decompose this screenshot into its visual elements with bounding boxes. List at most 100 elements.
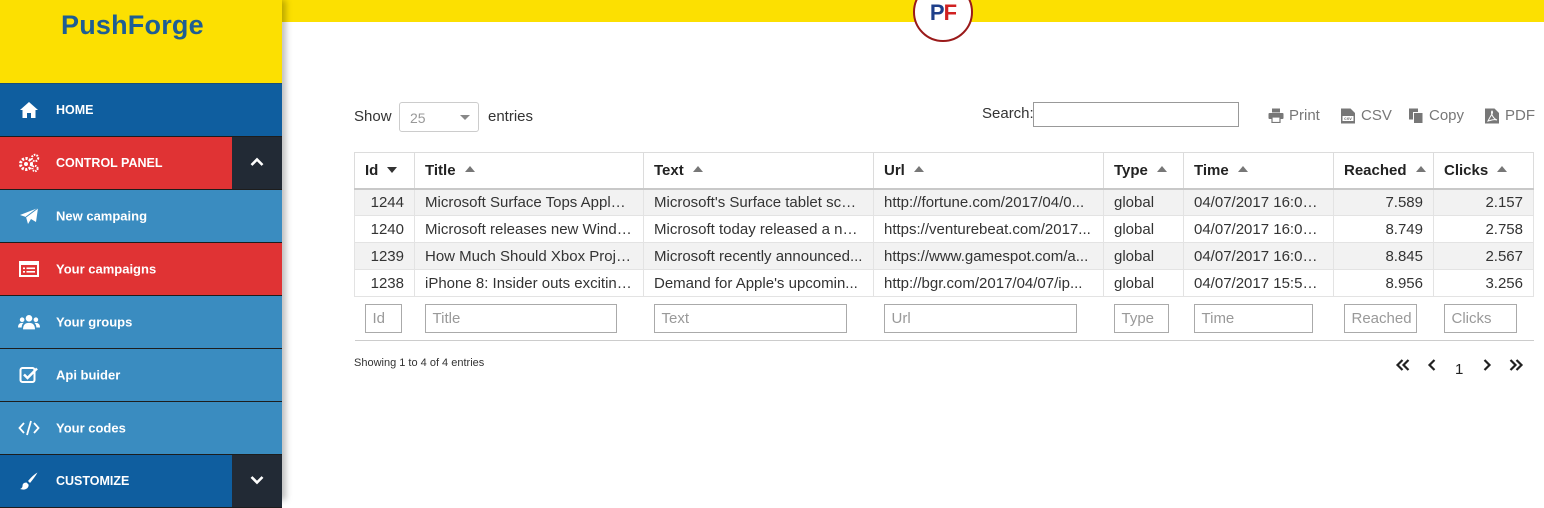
svg-text:csv: csv: [1344, 116, 1352, 121]
cell-reached: 8.956: [1333, 269, 1434, 297]
column-header-title[interactable]: Title: [414, 152, 644, 190]
filter-input-url[interactable]: Url: [883, 304, 1077, 333]
next-page-button[interactable]: [1482, 358, 1492, 377]
print-button[interactable]: Print: [1268, 107, 1320, 124]
cell-clicks: 2.758: [1433, 215, 1534, 243]
filter-cell: Url: [873, 296, 1104, 341]
column-header-label: Text: [654, 161, 684, 179]
sidebar-item-label: CUSTOMIZE: [56, 474, 130, 488]
sidebar-item-label: Your campaigns: [56, 261, 157, 277]
cell-clicks: 2.157: [1433, 188, 1534, 216]
sidebar-item-home[interactable]: HOME: [0, 84, 282, 137]
sidebar-item-customize[interactable]: CUSTOMIZE: [0, 455, 282, 508]
sidebar-item-label: Api buider: [56, 367, 121, 383]
gears-icon: [18, 152, 40, 174]
pushforge-logo[interactable]: PF: [913, 0, 973, 42]
sort-asc-icon: [1237, 165, 1248, 172]
filter-input-reached[interactable]: Reached: [1343, 304, 1417, 333]
sidebar-item-api-builder[interactable]: Api buider: [0, 349, 282, 402]
copy-icon: [1408, 108, 1424, 124]
cell-id: 1244: [354, 188, 415, 216]
filter-input-id[interactable]: Id: [364, 304, 402, 333]
cell-time: 04/07/2017 16:02:...: [1183, 215, 1334, 243]
users-icon: [18, 311, 40, 333]
cell-title: iPhone 8: Insider outs exciting...: [414, 269, 644, 297]
cell-text: Demand for Apple's upcomin...: [643, 269, 874, 297]
cell-id: 1238: [354, 269, 415, 297]
code-icon: [18, 417, 40, 439]
column-header-time[interactable]: Time: [1183, 152, 1334, 190]
cell-type: global: [1103, 242, 1184, 270]
cell-url: http://bgr.com/2017/04/07/ip...: [873, 269, 1104, 297]
brush-icon: [18, 470, 40, 492]
cell-title: How Much Should Xbox Proje...: [414, 242, 644, 270]
cell-type: global: [1103, 188, 1184, 216]
cell-text: Microsoft today released a ne...: [643, 215, 874, 243]
table-info: Showing 1 to 4 of 4 entries: [354, 357, 485, 369]
checkbox-icon: [18, 364, 40, 386]
filter-input-type[interactable]: Type: [1113, 304, 1169, 333]
filter-input-title[interactable]: Title: [424, 304, 617, 333]
expand-toggle[interactable]: [232, 455, 282, 507]
logo-letter-p: P: [929, 0, 945, 25]
table-row[interactable]: 1244 Microsoft Surface Tops Apple ... Mi…: [354, 188, 1534, 216]
filter-input-time[interactable]: Time: [1193, 304, 1313, 333]
sidebar-item-label: Your groups: [56, 314, 133, 330]
column-header-reached[interactable]: Reached: [1333, 152, 1434, 190]
chevron-up-icon: [250, 156, 264, 170]
csv-button[interactable]: csv CSV: [1340, 107, 1392, 124]
column-header-label: Type: [1114, 161, 1148, 179]
pdf-button[interactable]: PDF: [1484, 107, 1535, 124]
collapse-toggle[interactable]: [232, 137, 282, 189]
brand-name: PushForge: [61, 10, 204, 40]
table-row[interactable]: 1240 Microsoft releases new Windo... Mic…: [354, 215, 1534, 243]
column-header-id[interactable]: Id: [354, 152, 415, 190]
entries-length-select[interactable]: 25: [399, 102, 479, 132]
column-header-url[interactable]: Url: [873, 152, 1104, 190]
cell-text: Microsoft recently announced...: [643, 242, 874, 270]
sort-asc-icon: [464, 165, 475, 172]
column-header-text[interactable]: Text: [643, 152, 874, 190]
copy-button[interactable]: Copy: [1408, 107, 1464, 124]
filter-cell: Time: [1183, 296, 1334, 341]
first-page-button[interactable]: [1395, 358, 1411, 377]
home-icon: [18, 99, 40, 121]
sidebar-item-control-panel[interactable]: CONTROL PANEL: [0, 137, 282, 190]
campaigns-table: Id Title Text Url Type Time Reached Clic…: [354, 152, 1534, 341]
cell-id: 1239: [354, 242, 415, 270]
cell-title: Microsoft Surface Tops Apple ...: [414, 188, 644, 216]
cell-reached: 8.749: [1333, 215, 1434, 243]
sidebar-item-your-campaigns[interactable]: Your campaigns: [0, 243, 282, 296]
search-input[interactable]: [1033, 102, 1239, 127]
sort-asc-icon: [1497, 165, 1508, 172]
column-header-type[interactable]: Type: [1103, 152, 1184, 190]
sidebar: PushForge HOME CONTROL PANEL New campain…: [0, 0, 282, 508]
sidebar-item-your-groups[interactable]: Your groups: [0, 296, 282, 349]
sidebar-item-your-codes[interactable]: Your codes: [0, 402, 282, 455]
sort-asc-icon: [692, 165, 703, 172]
filter-row: Id Title Text Url Type Time Reached Clic…: [354, 296, 1534, 341]
sidebar-item-label: New campaing: [56, 208, 148, 224]
cell-text: Microsoft's Surface tablet scor...: [643, 188, 874, 216]
table-row[interactable]: 1238 iPhone 8: Insider outs exciting... …: [354, 269, 1534, 297]
column-header-clicks[interactable]: Clicks: [1433, 152, 1534, 190]
column-header-label: Title: [425, 161, 456, 179]
table-row[interactable]: 1239 How Much Should Xbox Proje... Micro…: [354, 242, 1534, 270]
paper-plane-icon: [18, 205, 40, 227]
double-chevron-right-icon: [1508, 358, 1524, 377]
pdf-label: PDF: [1505, 107, 1535, 124]
last-page-button[interactable]: [1508, 358, 1524, 377]
page-number-button[interactable]: 1: [1455, 361, 1463, 378]
sidebar-item-new-campaign[interactable]: New campaing: [0, 190, 282, 243]
previous-page-button[interactable]: [1427, 358, 1437, 377]
csv-label: CSV: [1361, 107, 1392, 124]
double-chevron-left-icon: [1395, 358, 1411, 377]
filter-input-clicks[interactable]: Clicks: [1443, 304, 1517, 333]
csv-file-icon: csv: [1340, 108, 1356, 124]
cell-url: https://venturebeat.com/2017...: [873, 215, 1104, 243]
column-header-label: Id: [365, 161, 379, 179]
sort-asc-icon: [1415, 165, 1426, 172]
logo-letter-f: F: [943, 0, 957, 25]
filter-input-text[interactable]: Text: [653, 304, 847, 333]
sort-asc-icon: [913, 165, 924, 172]
